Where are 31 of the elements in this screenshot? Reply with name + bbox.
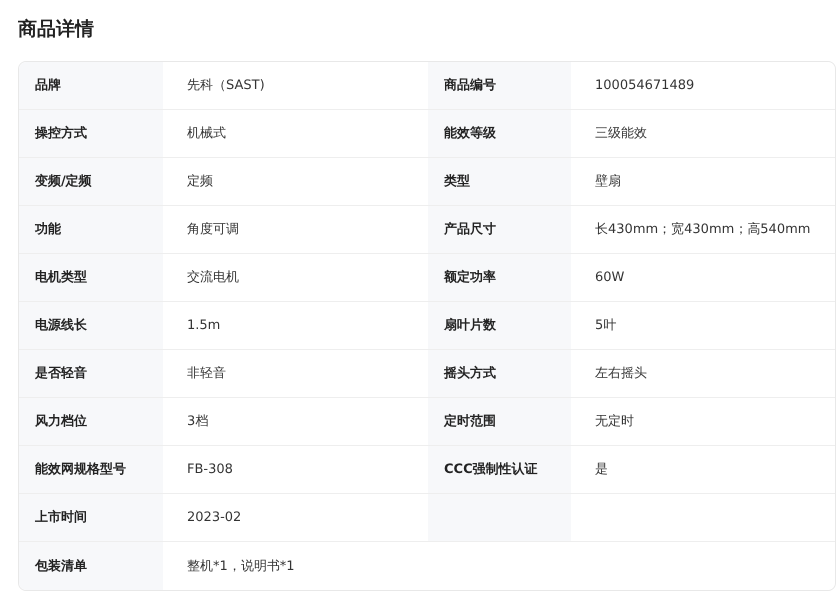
spec-label: 摇头方式 <box>428 350 571 398</box>
spec-value: 100054671489 <box>571 62 835 110</box>
spec-value: 壁扇 <box>571 158 835 206</box>
spec-label: 上市时间 <box>19 494 163 542</box>
spec-label: 定时范围 <box>428 398 571 446</box>
spec-label: 包装清单 <box>19 542 163 590</box>
spec-label: 产品尺寸 <box>428 206 571 254</box>
spec-value: 是 <box>571 446 835 494</box>
spec-label: 是否轻音 <box>19 350 163 398</box>
spec-value: 长430mm；宽430mm；高540mm <box>571 206 835 254</box>
spec-label: 风力档位 <box>19 398 163 446</box>
spec-label: 电源线长 <box>19 302 163 350</box>
spec-label: 商品编号 <box>428 62 571 110</box>
spec-label: 类型 <box>428 158 571 206</box>
spec-value: 三级能效 <box>571 110 835 158</box>
spec-value: 无定时 <box>571 398 835 446</box>
section-title: 商品详情 <box>18 17 95 42</box>
spec-label: 能效等级 <box>428 110 571 158</box>
spec-label: 能效网规格型号 <box>19 446 163 494</box>
spec-label: 操控方式 <box>19 110 163 158</box>
spec-value: 整机*1，说明书*1 <box>186 558 296 576</box>
spec-value: 左右摇头 <box>571 350 835 398</box>
spec-label: 额定功率 <box>428 254 571 302</box>
spec-label: 扇叶片数 <box>428 302 571 350</box>
spec-label: 电机类型 <box>19 254 163 302</box>
spec-label: CCC强制性认证 <box>428 446 571 494</box>
spec-label: 变频/定频 <box>19 158 163 206</box>
spec-value: 60W <box>571 254 835 302</box>
spec-value: 5叶 <box>571 302 835 350</box>
spec-label: 功能 <box>19 206 163 254</box>
spec-label: 品牌 <box>19 62 163 110</box>
